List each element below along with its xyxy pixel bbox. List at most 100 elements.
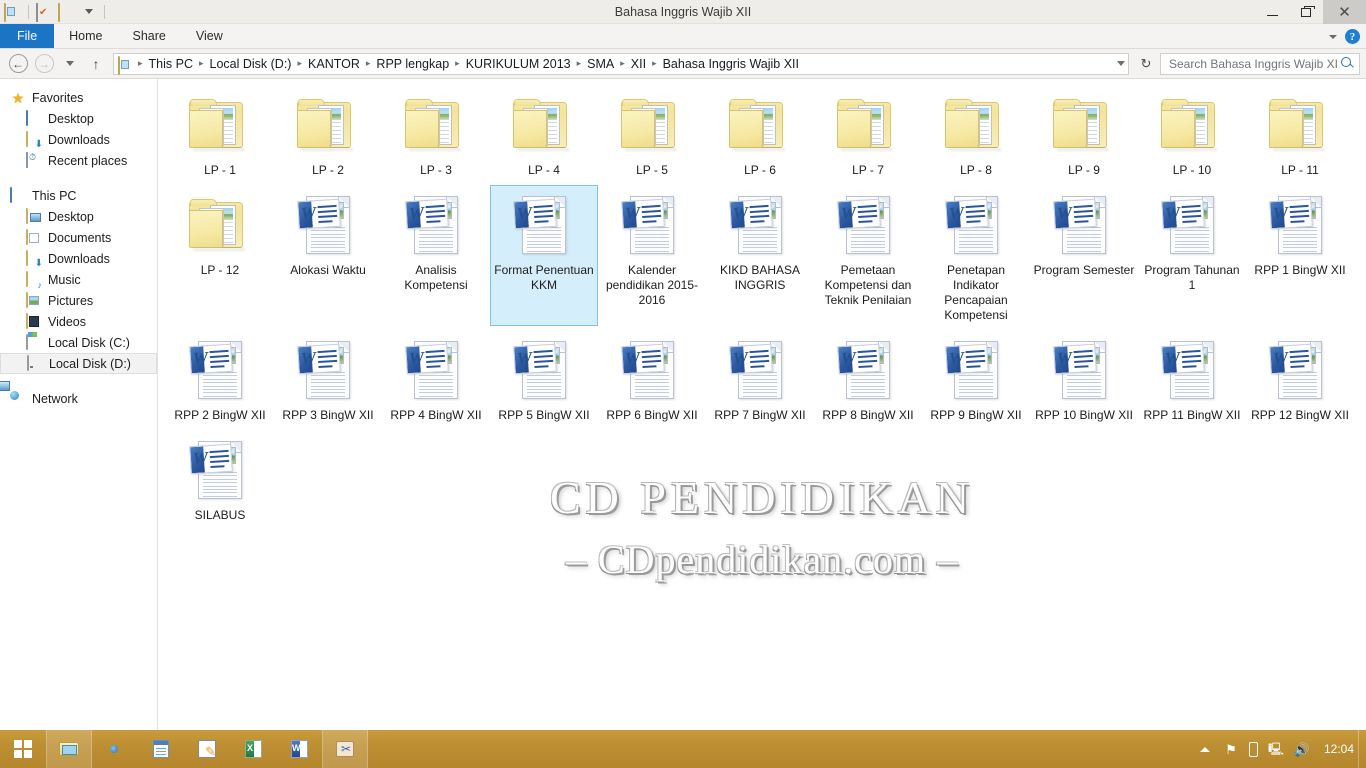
file-item[interactable]: W SILABUS	[166, 430, 274, 526]
search-box[interactable]	[1160, 52, 1360, 75]
file-item[interactable]: W Program Tahunan 1	[1138, 185, 1246, 326]
sidebar-item-downloads-fav[interactable]: Downloads	[0, 129, 157, 150]
sidebar-item-local-disk-d[interactable]: Local Disk (D:)	[0, 353, 157, 374]
file-item[interactable]: LP - 3	[382, 85, 490, 181]
search-icon[interactable]	[1341, 57, 1354, 70]
battery-icon[interactable]	[1249, 741, 1258, 757]
folder-icon[interactable]	[4, 2, 21, 22]
chevron-down-icon[interactable]	[1329, 34, 1337, 39]
file-item[interactable]: LP - 1	[166, 85, 274, 181]
file-item[interactable]: W Penetapan Indikator Pencapaian Kompete…	[922, 185, 1030, 326]
file-item[interactable]: W RPP 5 BingW XII	[490, 330, 598, 426]
forward-button[interactable]: →	[32, 52, 56, 76]
tab-home[interactable]: Home	[54, 24, 117, 48]
breadcrumb-separator[interactable]: ▸	[453, 59, 462, 68]
properties-icon[interactable]	[36, 2, 53, 22]
refresh-button[interactable]: ↻	[1134, 52, 1158, 76]
show-hidden-icons-button[interactable]	[1197, 741, 1213, 757]
sidebar-item-desktop[interactable]: Desktop	[0, 206, 157, 227]
breadcrumb-separator[interactable]: ▸	[364, 59, 373, 68]
file-item[interactable]: W RPP 3 BingW XII	[274, 330, 382, 426]
back-button[interactable]: ←	[6, 52, 30, 76]
word-taskbar-button[interactable]	[276, 730, 322, 768]
file-item[interactable]: W RPP 10 BingW XII	[1030, 330, 1138, 426]
breadcrumb-separator[interactable]: ▸	[197, 59, 206, 68]
breadcrumb-item-rpp-lengkap[interactable]: RPP lengkap	[372, 56, 453, 72]
sidebar-item-downloads[interactable]: Downloads	[0, 248, 157, 269]
sidebar-item-videos[interactable]: Videos	[0, 311, 157, 332]
file-item[interactable]: LP - 2	[274, 85, 382, 181]
network-icon[interactable]: 🖳	[1268, 741, 1284, 757]
chevron-down-icon[interactable]	[1117, 61, 1125, 66]
breadcrumb-separator[interactable]: ▸	[618, 59, 627, 68]
recent-locations-button[interactable]	[58, 52, 82, 76]
file-item[interactable]: W Kalender pendidikan 2015-2016	[598, 185, 706, 326]
volume-icon[interactable]: 🔊	[1294, 741, 1310, 757]
sidebar-group-this-pc[interactable]: This PC	[0, 185, 157, 206]
file-item[interactable]: LP - 8	[922, 85, 1030, 181]
breadcrumb-item-kurikulum-2013[interactable]: KURIKULUM 2013	[462, 56, 575, 72]
file-item[interactable]: W RPP 11 BingW XII	[1138, 330, 1246, 426]
sidebar-item-pictures[interactable]: Pictures	[0, 290, 157, 311]
breadcrumb-item-xii[interactable]: XII	[627, 56, 650, 72]
tab-share[interactable]: Share	[118, 24, 181, 48]
sidebar-group-network[interactable]: Network	[0, 388, 157, 409]
sidebar-item-desktop-fav[interactable]: Desktop	[0, 108, 157, 129]
file-item[interactable]: LP - 5	[598, 85, 706, 181]
start-button[interactable]	[0, 730, 46, 768]
file-item[interactable]: LP - 9	[1030, 85, 1138, 181]
new-folder-icon[interactable]	[58, 2, 75, 22]
breadcrumb-separator[interactable]: ▸	[295, 59, 304, 68]
breadcrumb-item-current[interactable]: Bahasa Inggris Wajib XII	[659, 56, 803, 72]
breadcrumb-separator[interactable]: ▸	[650, 59, 659, 68]
file-item[interactable]: W Alokasi Waktu	[274, 185, 382, 326]
up-button[interactable]: ↑	[84, 52, 108, 76]
file-item[interactable]: W RPP 7 BingW XII	[706, 330, 814, 426]
file-item[interactable]: W RPP 8 BingW XII	[814, 330, 922, 426]
action-center-flag-icon[interactable]: ⚑	[1223, 741, 1239, 757]
breadcrumb-separator[interactable]: ▸	[136, 59, 145, 68]
sidebar-item-local-disk-c[interactable]: Local Disk (C:)	[0, 332, 157, 353]
sidebar-group-favorites[interactable]: ★ Favorites	[0, 87, 157, 108]
close-button[interactable]: ✕	[1323, 0, 1366, 24]
paint-taskbar-button[interactable]	[184, 730, 230, 768]
file-item-selected[interactable]: W Format Penentuan KKM	[490, 185, 598, 326]
breadcrumb-bar[interactable]: ▸ This PC ▸ Local Disk (D:) ▸ KANTOR ▸ R…	[113, 52, 1129, 75]
notepad-taskbar-button[interactable]	[138, 730, 184, 768]
file-list-pane[interactable]: LP - 1 LP - 2 LP - 3 LP - 4 LP - 5 LP - …	[158, 79, 1366, 746]
file-item[interactable]: W Pemetaan Kompetensi dan Teknik Penilai…	[814, 185, 922, 326]
customize-chevron-icon[interactable]	[80, 4, 97, 20]
sidebar-item-documents[interactable]: Documents	[0, 227, 157, 248]
show-desktop-button[interactable]	[1358, 730, 1366, 768]
tab-file[interactable]: File	[0, 24, 55, 48]
breadcrumb-item-local-disk-d[interactable]: Local Disk (D:)	[206, 56, 296, 72]
file-item[interactable]: W RPP 9 BingW XII	[922, 330, 1030, 426]
firefox-taskbar-button[interactable]	[92, 730, 138, 768]
file-item[interactable]: LP - 12	[166, 185, 274, 326]
file-item[interactable]: LP - 11	[1246, 85, 1354, 181]
minimize-button[interactable]	[1255, 0, 1289, 24]
file-item[interactable]: W KIKD BAHASA INGGRIS	[706, 185, 814, 326]
file-item[interactable]: W Program Semester	[1030, 185, 1138, 326]
help-icon[interactable]: ?	[1345, 29, 1360, 44]
file-item[interactable]: W RPP 1 BingW XII	[1246, 185, 1354, 326]
clock[interactable]: 12:04	[1320, 742, 1358, 756]
file-item[interactable]: W RPP 4 BingW XII	[382, 330, 490, 426]
breadcrumb-item-this-pc[interactable]: This PC	[145, 56, 197, 72]
file-item[interactable]: W RPP 6 BingW XII	[598, 330, 706, 426]
snipping-tool-taskbar-button[interactable]	[322, 730, 368, 768]
file-item[interactable]: W Analisis Kompetensi	[382, 185, 490, 326]
breadcrumb-item-kantor[interactable]: KANTOR	[304, 56, 364, 72]
file-item[interactable]: LP - 6	[706, 85, 814, 181]
file-item[interactable]: LP - 7	[814, 85, 922, 181]
tab-view[interactable]: View	[181, 24, 238, 48]
sidebar-item-recent-places[interactable]: Recent places	[0, 150, 157, 171]
file-item[interactable]: W RPP 12 BingW XII	[1246, 330, 1354, 426]
excel-taskbar-button[interactable]	[230, 730, 276, 768]
sidebar-item-music[interactable]: Music	[0, 269, 157, 290]
breadcrumb-separator[interactable]: ▸	[575, 59, 584, 68]
file-item[interactable]: W RPP 2 BingW XII	[166, 330, 274, 426]
file-item[interactable]: LP - 10	[1138, 85, 1246, 181]
file-item[interactable]: LP - 4	[490, 85, 598, 181]
breadcrumb-item-sma[interactable]: SMA	[583, 56, 618, 72]
